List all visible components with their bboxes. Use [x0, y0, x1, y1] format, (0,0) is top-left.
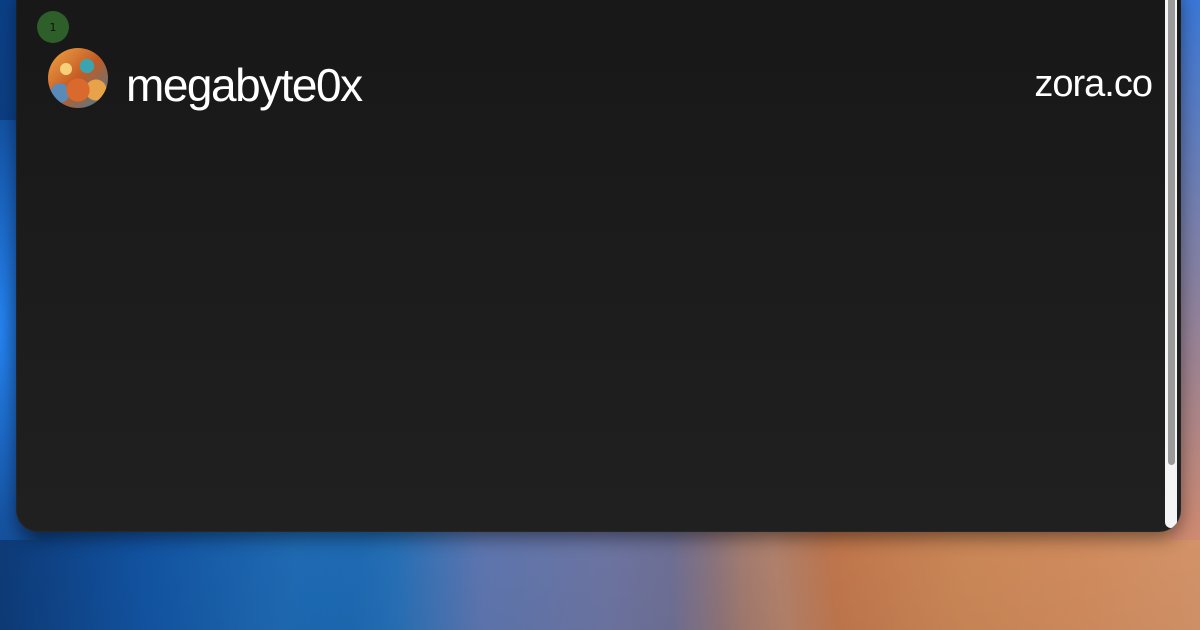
scrollbar[interactable]: [1165, 0, 1177, 528]
profile-username[interactable]: megabyte0x: [126, 58, 363, 112]
scrollbar-thumb[interactable]: [1168, 0, 1175, 465]
notification-badge: 1: [37, 11, 69, 43]
site-domain-link[interactable]: zora.co: [1034, 60, 1153, 108]
profile-avatar-icon[interactable]: [48, 48, 108, 108]
